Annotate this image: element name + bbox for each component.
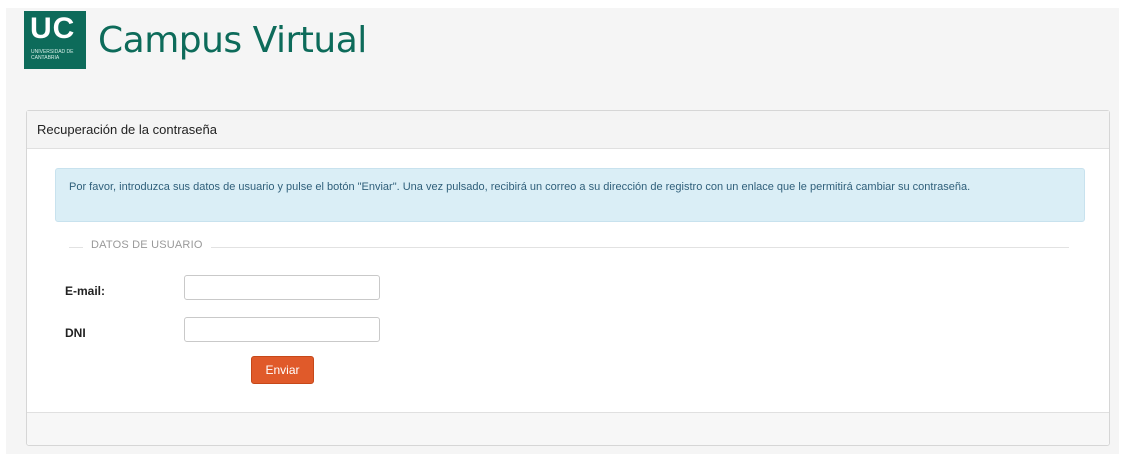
password-recovery-panel: Recuperación de la contraseña Por favor,… [26, 110, 1110, 446]
panel-footer [27, 412, 1109, 445]
site-header: UC UNIVERSIDAD DE CANTABRIA Campus Virtu… [24, 10, 367, 70]
fieldset-legend: DATOS DE USUARIO [83, 239, 211, 251]
logo-text: UC [30, 12, 76, 45]
uc-logo[interactable]: UC UNIVERSIDAD DE CANTABRIA [24, 11, 86, 69]
submit-button[interactable]: Enviar [251, 356, 314, 384]
panel-title: Recuperación de la contraseña [27, 111, 1109, 149]
email-field[interactable] [184, 275, 380, 300]
fieldset-divider [69, 247, 1069, 248]
logo-subtext: UNIVERSIDAD DE CANTABRIA [31, 49, 74, 61]
brand-title[interactable]: Campus Virtual [98, 20, 367, 61]
info-alert: Por favor, introduzca sus datos de usuar… [55, 168, 1085, 222]
dni-field[interactable] [184, 317, 380, 342]
email-label: E-mail: [65, 284, 106, 298]
dni-label: DNI [65, 326, 86, 340]
